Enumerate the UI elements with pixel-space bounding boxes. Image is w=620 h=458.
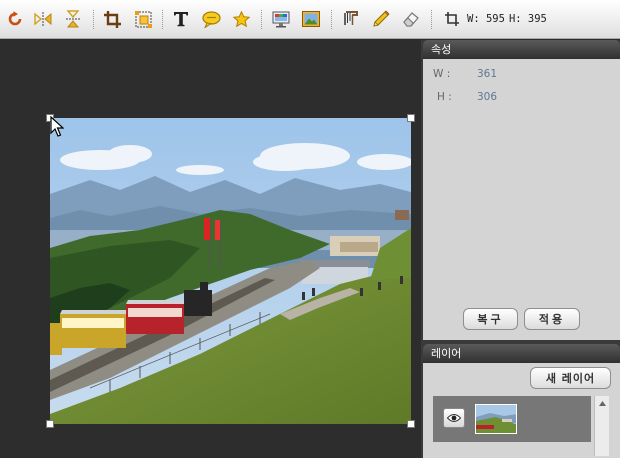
canvas-area[interactable]	[0, 40, 421, 458]
resize-handle-top-right[interactable]	[407, 114, 415, 122]
layers-scrollbar[interactable]	[594, 396, 609, 456]
pencil-icon[interactable]	[371, 9, 391, 29]
canvas-height-text: H: 395	[508, 13, 547, 25]
properties-panel-title: 속성	[423, 40, 620, 59]
new-layer-button[interactable]: 새 레이어	[530, 367, 611, 389]
canvas-size-icon	[445, 12, 459, 26]
layer-item[interactable]	[433, 396, 591, 442]
canvas-size-readout: W: 595 H: 395	[445, 11, 551, 27]
rotate-icon[interactable]	[5, 9, 25, 29]
layers-panel-title: 레이어	[423, 344, 620, 363]
side-panel: 속성 W : 361 H : 306 복구 적용 레이어 새 레이어	[421, 40, 620, 458]
star-icon[interactable]	[231, 9, 251, 29]
layers-panel: 새 레이어	[423, 363, 620, 458]
eraser-icon[interactable]	[401, 9, 421, 29]
monitor-icon[interactable]	[271, 9, 291, 29]
height-label: H :	[437, 91, 452, 103]
mouse-cursor-icon	[50, 116, 64, 137]
restore-button[interactable]: 복구	[463, 308, 518, 330]
brush-icon[interactable]	[341, 9, 361, 29]
crop-icon[interactable]	[102, 9, 122, 29]
properties-panel: W : 361 H : 306 복구 적용	[423, 59, 620, 340]
selected-photo[interactable]	[50, 118, 411, 424]
speech-bubble-icon[interactable]	[201, 9, 221, 29]
flip-horizontal-icon[interactable]	[33, 9, 53, 29]
text-icon[interactable]	[171, 9, 191, 29]
resize-handle-bottom-left[interactable]	[46, 420, 54, 428]
width-value: 361	[477, 68, 498, 80]
eye-icon[interactable]	[443, 408, 465, 428]
flip-vertical-icon[interactable]	[63, 9, 83, 29]
canvas-width-text: W: 595	[467, 13, 505, 25]
resize-icon[interactable]	[133, 9, 153, 29]
layer-thumbnail	[475, 404, 517, 434]
width-label: W :	[433, 68, 451, 80]
height-value: 306	[477, 91, 498, 103]
apply-button[interactable]: 적용	[524, 308, 580, 330]
toolbar: W: 595 H: 395	[0, 0, 620, 39]
image-icon[interactable]	[301, 9, 321, 29]
scroll-up-icon[interactable]	[595, 396, 610, 410]
resize-handle-bottom-right[interactable]	[407, 420, 415, 428]
